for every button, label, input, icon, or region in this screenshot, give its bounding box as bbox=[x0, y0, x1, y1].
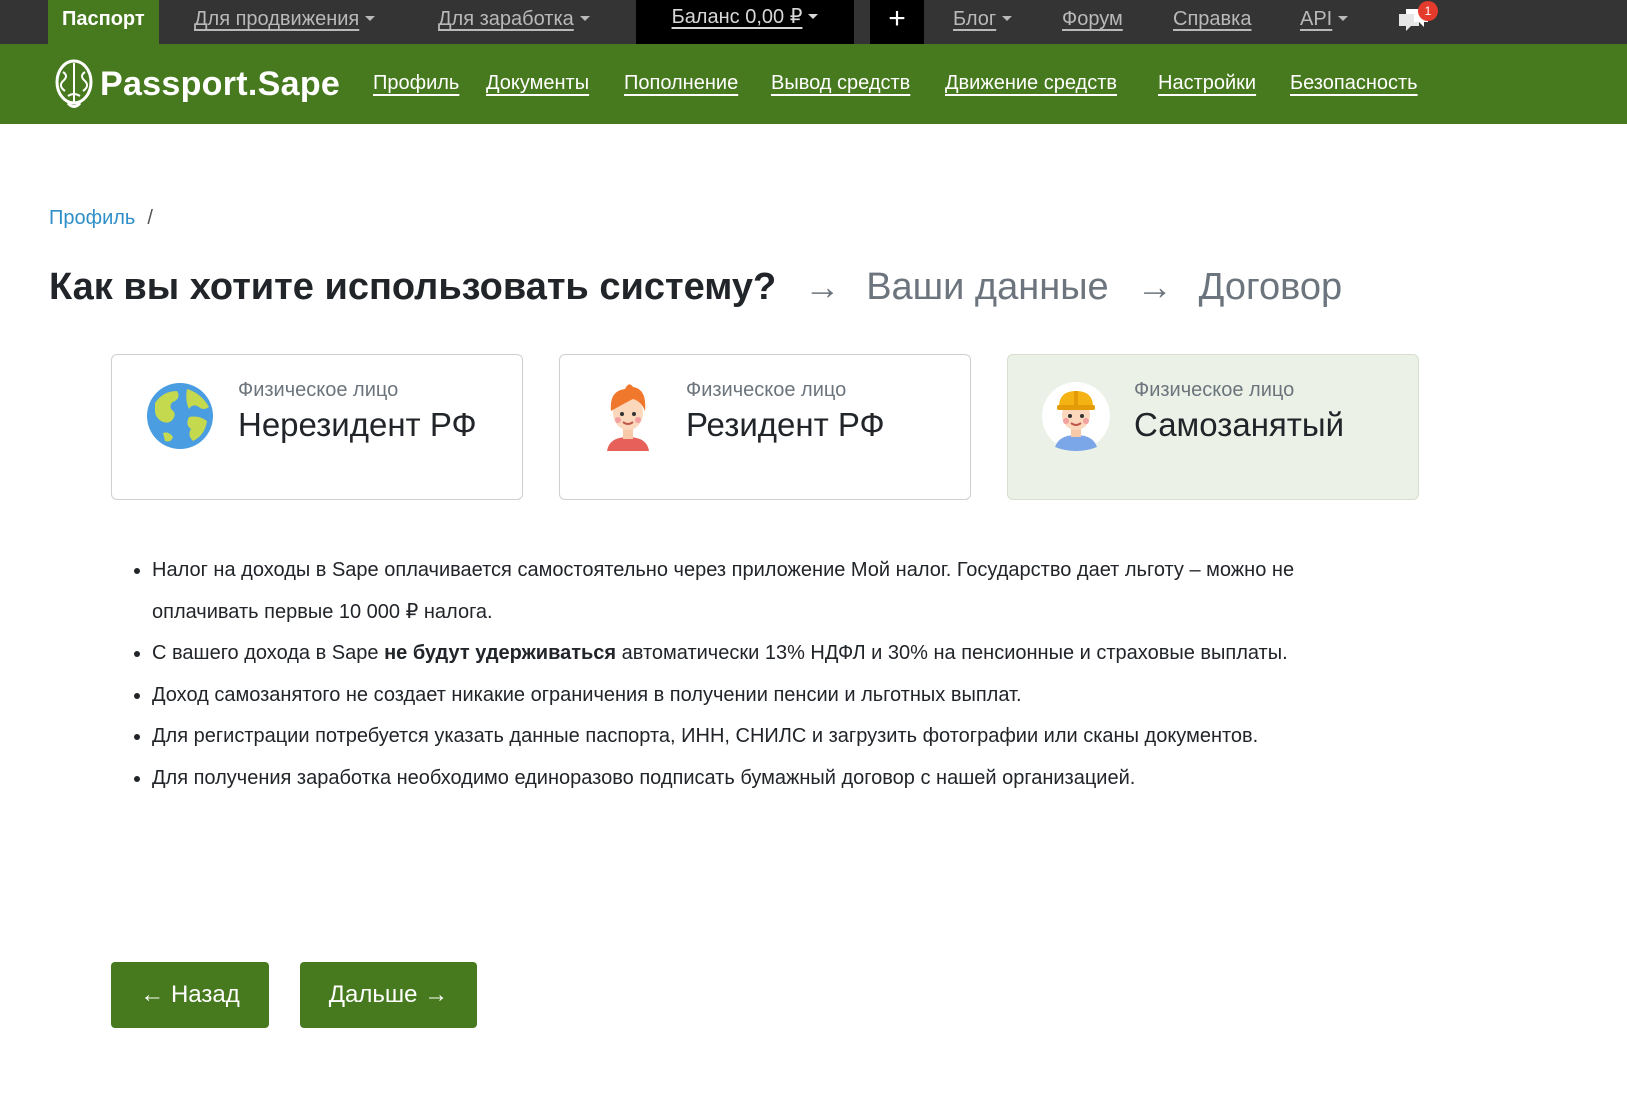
link-help[interactable]: Справка bbox=[1173, 0, 1251, 44]
nav-settings[interactable]: Настройки bbox=[1158, 72, 1256, 95]
brand-logo[interactable]: Passport.Sape bbox=[54, 56, 340, 112]
tab-passport-label: Паспорт bbox=[62, 8, 145, 30]
worker-icon bbox=[1042, 382, 1110, 451]
brand-name: Passport.Sape bbox=[100, 64, 341, 103]
list-item: Налог на доходы в Sape оплачивается само… bbox=[152, 550, 1402, 633]
menu-earning[interactable]: Для заработка bbox=[438, 0, 590, 44]
menu-api[interactable]: API bbox=[1300, 0, 1349, 44]
arrow-right-icon: → bbox=[1136, 266, 1173, 307]
list-item: Для регистрации потребуется указать данн… bbox=[152, 716, 1402, 758]
card-subtitle: Физическое лицо bbox=[238, 379, 399, 401]
main-nav: Passport.Sape Профиль Документы Пополнен… bbox=[0, 44, 1627, 124]
wizard-steps: Как вы хотите использовать систему? → Ва… bbox=[49, 262, 1342, 312]
notifications-button[interactable]: 1 bbox=[1396, 1, 1438, 38]
link-forum[interactable]: Форум bbox=[1062, 0, 1123, 44]
globe-icon bbox=[147, 383, 213, 449]
menu-blog[interactable]: Блог bbox=[953, 0, 1013, 44]
list-item: С вашего дохода в Sape не будут удержива… bbox=[152, 633, 1402, 675]
list-item: Для получения заработка необходимо едино… bbox=[152, 758, 1402, 800]
caret-down-icon bbox=[365, 15, 376, 21]
option-nonresident[interactable]: Физическое лицо Нерезидент РФ bbox=[111, 354, 523, 500]
card-title: Самозанятый bbox=[1134, 406, 1345, 443]
caret-down-icon bbox=[1002, 15, 1013, 21]
arrow-right-icon: → bbox=[804, 266, 841, 307]
caret-down-icon bbox=[808, 13, 819, 19]
nav-security[interactable]: Безопасность bbox=[1290, 72, 1418, 95]
tab-passport[interactable]: Паспорт bbox=[48, 0, 159, 44]
step-your-data: Ваши данные bbox=[866, 265, 1109, 308]
link-help-label: Справка bbox=[1173, 8, 1252, 30]
card-title: Нерезидент РФ bbox=[238, 406, 477, 443]
option-self-employed[interactable]: Физическое лицо Самозанятый bbox=[1007, 354, 1419, 500]
person-icon bbox=[607, 384, 649, 451]
caret-down-icon bbox=[579, 15, 590, 21]
menu-promotion-label: Для продвижения bbox=[194, 8, 360, 30]
breadcrumb-separator: / bbox=[147, 207, 153, 229]
nav-documents[interactable]: Документы bbox=[486, 72, 589, 95]
step-usage: Как вы хотите использовать систему? bbox=[49, 265, 777, 308]
notification-badge: 1 bbox=[1418, 1, 1438, 21]
list-item-text: автоматически 13% НДФЛ и 30% на пенсионн… bbox=[616, 642, 1288, 664]
next-button[interactable]: Дальше → bbox=[300, 962, 477, 1028]
info-list: Налог на доходы в Sape оплачивается само… bbox=[152, 550, 1402, 799]
list-item-emphasis: не будут удерживаться bbox=[384, 642, 617, 664]
card-subtitle: Физическое лицо bbox=[1134, 379, 1295, 401]
nav-withdraw[interactable]: Вывод средств bbox=[771, 72, 910, 95]
option-resident[interactable]: Физическое лицо Резидент РФ bbox=[559, 354, 971, 500]
menu-blog-label: Блог bbox=[953, 8, 997, 30]
link-forum-label: Форум bbox=[1062, 8, 1123, 30]
card-title: Резидент РФ bbox=[686, 406, 885, 443]
plus-icon: + bbox=[888, 2, 906, 35]
menu-promotion[interactable]: Для продвижения bbox=[194, 0, 376, 44]
nav-profile[interactable]: Профиль bbox=[373, 72, 459, 95]
list-item-text: С вашего дохода в Sape bbox=[152, 642, 385, 664]
menu-earning-label: Для заработка bbox=[438, 8, 574, 30]
balance-dropdown[interactable]: Баланс 0,00 ₽ bbox=[636, 0, 854, 44]
nav-movement[interactable]: Движение средств bbox=[945, 72, 1117, 95]
add-button[interactable]: + bbox=[870, 0, 924, 44]
list-item: Доход самозанятого не создает никакие ог… bbox=[152, 675, 1402, 717]
back-button[interactable]: ← Назад bbox=[111, 962, 269, 1028]
top-bar: Паспорт Для продвижения Для заработка Ба… bbox=[0, 0, 1627, 44]
step-contract: Договор bbox=[1198, 265, 1343, 308]
nav-topup[interactable]: Пополнение bbox=[624, 72, 738, 95]
card-subtitle: Физическое лицо bbox=[686, 379, 847, 401]
menu-api-label: API bbox=[1300, 8, 1333, 30]
brain-logo-icon bbox=[55, 59, 93, 108]
breadcrumb-profile[interactable]: Профиль bbox=[49, 207, 135, 229]
balance-label: Баланс 0,00 ₽ bbox=[671, 6, 803, 28]
breadcrumb: Профиль / bbox=[49, 207, 153, 230]
caret-down-icon bbox=[1338, 15, 1349, 21]
